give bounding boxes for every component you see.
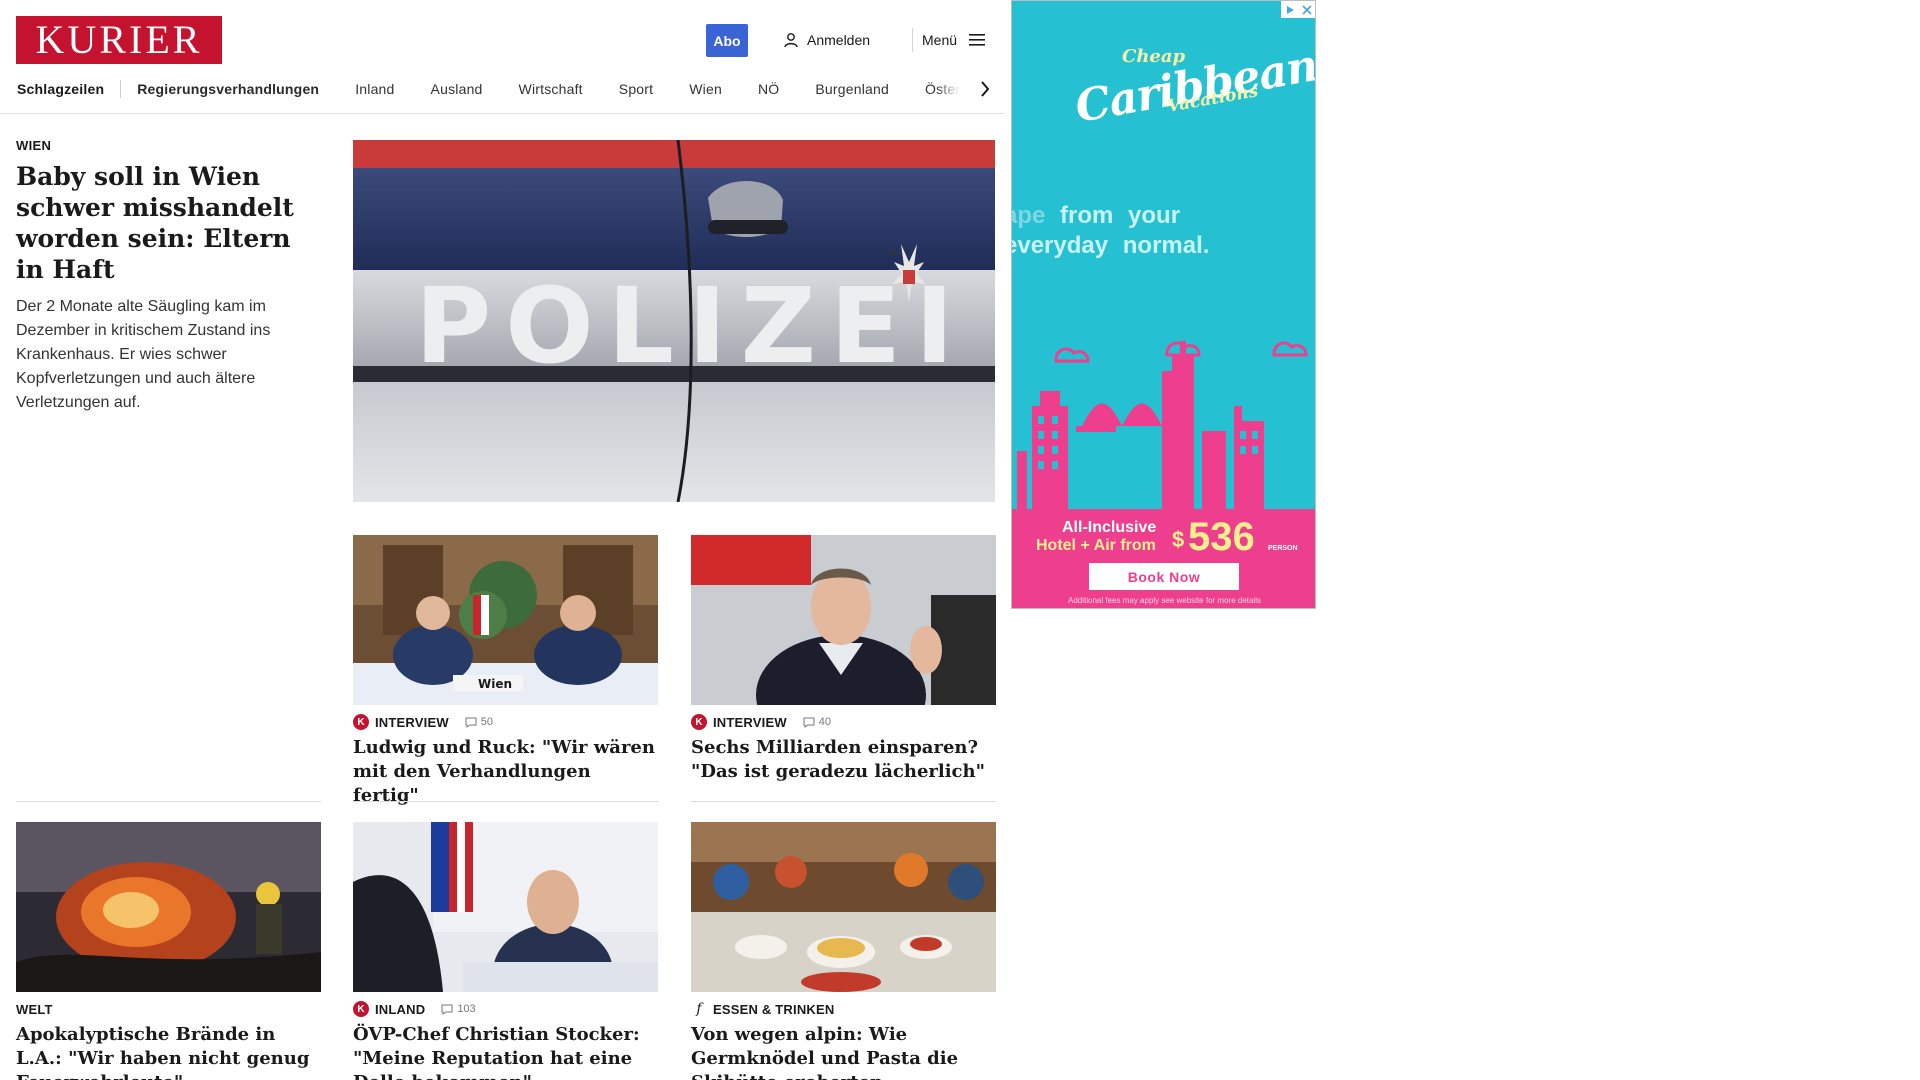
ad-offer-panel: All-Inclusive Hotel + Air from $ 536 PER… bbox=[1012, 509, 1315, 608]
article-image[interactable] bbox=[691, 535, 996, 705]
article-meta: K INLAND 103 bbox=[353, 1001, 658, 1017]
nav-item-inland[interactable]: Inland bbox=[355, 81, 430, 97]
ad-info-icon bbox=[1287, 5, 1294, 14]
ad-offer-line2: Hotel + Air from bbox=[1036, 537, 1156, 554]
ad-fine-print: Additional fees may apply see website fo… bbox=[1068, 596, 1261, 605]
comment-icon bbox=[441, 1004, 453, 1015]
ad-title-caribbean: Caribbean bbox=[1071, 40, 1316, 133]
nav-divider bbox=[120, 80, 122, 98]
press-conference-photo: Wien bbox=[353, 535, 658, 705]
nav-item-burgenland[interactable]: Burgenland bbox=[815, 81, 925, 97]
article-kicker: INTERVIEW bbox=[375, 714, 449, 730]
nav-item-sport[interactable]: Sport bbox=[619, 81, 689, 97]
logo-text: KURIER bbox=[35, 17, 203, 62]
login-label: Anmelden bbox=[807, 32, 871, 48]
article-image[interactable]: Wien bbox=[353, 535, 658, 705]
police-car-illustration: POLIZEI bbox=[353, 140, 995, 502]
ad-offer-line1: All-Inclusive bbox=[1062, 519, 1157, 536]
row-divider bbox=[16, 801, 321, 802]
article-image[interactable] bbox=[353, 822, 658, 992]
section-nav: Schlagzeilen Regierungsverhandlungen Inl… bbox=[0, 76, 1005, 114]
article-headline[interactable]: Apokalyptische Brände in L.A.: "Wir habe… bbox=[16, 1023, 321, 1080]
article-image[interactable] bbox=[16, 822, 321, 992]
kurier-plus-badge-icon: K bbox=[691, 714, 707, 730]
kurier-plus-badge-icon: K bbox=[353, 1001, 369, 1017]
article-card[interactable]: K INLAND 103 ÖVP-Chef Christian Stocker:… bbox=[353, 822, 658, 1080]
ad-tagline-faint: ape bbox=[1012, 202, 1046, 229]
kurier-logo[interactable]: KURIER bbox=[16, 16, 222, 64]
article-image[interactable] bbox=[691, 822, 996, 992]
comment-icon bbox=[465, 717, 477, 728]
ad-price-unit: PERSON bbox=[1268, 545, 1298, 552]
ad-book-now-button[interactable]: Book Now bbox=[1089, 563, 1239, 590]
advertisement-banner[interactable]: Cheap Caribbean Vacations ape from your … bbox=[1011, 0, 1316, 609]
section-nav-list: Schlagzeilen Regierungsverhandlungen Inl… bbox=[17, 76, 977, 102]
ad-tagline-line1: from your bbox=[1060, 202, 1181, 229]
article-kicker: INTERVIEW bbox=[713, 714, 787, 730]
lead-image-police-car[interactable]: POLIZEI bbox=[353, 140, 995, 502]
lead-kicker: WIEN bbox=[16, 138, 52, 153]
comment-icon bbox=[803, 717, 815, 728]
nav-scroll-right-button[interactable] bbox=[975, 79, 995, 99]
article-headline[interactable]: ÖVP-Chef Christian Stocker: "Meine Reput… bbox=[353, 1023, 658, 1080]
nav-item-wirtschaft[interactable]: Wirtschaft bbox=[519, 81, 619, 97]
ad-skyline-illustration bbox=[1017, 341, 1308, 511]
article-kicker: INLAND bbox=[375, 1001, 426, 1017]
lead-headline[interactable]: Baby soll in Wien schwer misshandelt wor… bbox=[16, 161, 321, 285]
login-button[interactable]: Anmelden bbox=[783, 30, 870, 50]
user-icon bbox=[784, 33, 798, 48]
comment-count-value: 40 bbox=[818, 716, 832, 728]
article-card[interactable]: K INTERVIEW 40 Sechs Milliarden einspare… bbox=[691, 535, 996, 784]
row-divider bbox=[691, 801, 996, 802]
nav-item-regierungsverhandlungen[interactable]: Regierungsverhandlungen bbox=[137, 81, 355, 97]
menu-label: Menü bbox=[922, 32, 958, 48]
chevron-right-icon bbox=[981, 81, 990, 97]
ad-tagline-line2: everyday normal. bbox=[1011, 232, 1210, 259]
comment-count-value: 50 bbox=[480, 716, 494, 728]
article-headline[interactable]: Sechs Milliarden einsparen? "Das ist ger… bbox=[691, 736, 996, 784]
article-headline[interactable]: Von wegen alpin: Wie Germknödel und Past… bbox=[691, 1023, 996, 1080]
kurier-plus-badge-icon: K bbox=[353, 714, 369, 730]
fork-icon: f bbox=[696, 1001, 702, 1017]
ad-choices[interactable] bbox=[1281, 1, 1315, 18]
comment-count[interactable]: 103 bbox=[441, 1003, 476, 1015]
hamburger-icon bbox=[969, 34, 986, 46]
header-divider bbox=[912, 28, 913, 52]
article-meta: K INTERVIEW 40 bbox=[691, 714, 996, 730]
photo-sign-text: Wien bbox=[478, 677, 512, 691]
nav-item-ausland[interactable]: Ausland bbox=[431, 81, 519, 97]
row-divider bbox=[353, 801, 658, 802]
comment-count[interactable]: 40 bbox=[803, 716, 831, 728]
article-kicker: WELT bbox=[16, 1001, 53, 1017]
ad-tagline: ape from your everyday normal. bbox=[1011, 201, 1210, 261]
comment-count[interactable]: 50 bbox=[465, 716, 493, 728]
nav-item-noe[interactable]: NÖ bbox=[758, 81, 815, 97]
article-meta: K INTERVIEW 50 bbox=[353, 714, 658, 730]
wildfire-photo bbox=[16, 822, 321, 992]
article-card[interactable]: WELT Apokalyptische Brände in L.A.: "Wir… bbox=[16, 822, 321, 1080]
ski-hut-food-photo bbox=[691, 822, 996, 992]
article-meta: WELT bbox=[16, 1001, 321, 1017]
ad-price-symbol: $ bbox=[1172, 527, 1185, 552]
abo-button[interactable]: Abo bbox=[706, 24, 748, 57]
nav-fade bbox=[936, 76, 976, 102]
nav-item-schlagzeilen[interactable]: Schlagzeilen bbox=[17, 81, 120, 97]
comment-count-value: 103 bbox=[457, 1003, 476, 1015]
police-car-lettering: POLIZEI bbox=[415, 265, 968, 387]
interview-photo bbox=[691, 535, 996, 705]
article-kicker: ESSEN & TRINKEN bbox=[713, 1001, 835, 1017]
article-card[interactable]: Wien K INTERVIEW 50 Ludwig und Ruck: "Wi… bbox=[353, 535, 658, 808]
ad-price: 536 bbox=[1188, 515, 1255, 559]
politician-interview-photo bbox=[353, 822, 658, 992]
article-headline[interactable]: Ludwig und Ruck: "Wir wären mit den Verh… bbox=[353, 736, 658, 808]
close-icon bbox=[1302, 4, 1312, 15]
menu-button[interactable]: Menü bbox=[922, 30, 987, 50]
article-card[interactable]: f ESSEN & TRINKEN Von wegen alpin: Wie G… bbox=[691, 822, 996, 1080]
lead-story[interactable]: WIEN Baby soll in Wien schwer misshandel… bbox=[16, 138, 321, 415]
article-meta: f ESSEN & TRINKEN bbox=[691, 1001, 996, 1017]
nav-item-wien[interactable]: Wien bbox=[689, 81, 758, 97]
lead-teaser: Der 2 Monate alte Säugling kam im Dezemb… bbox=[16, 298, 271, 411]
